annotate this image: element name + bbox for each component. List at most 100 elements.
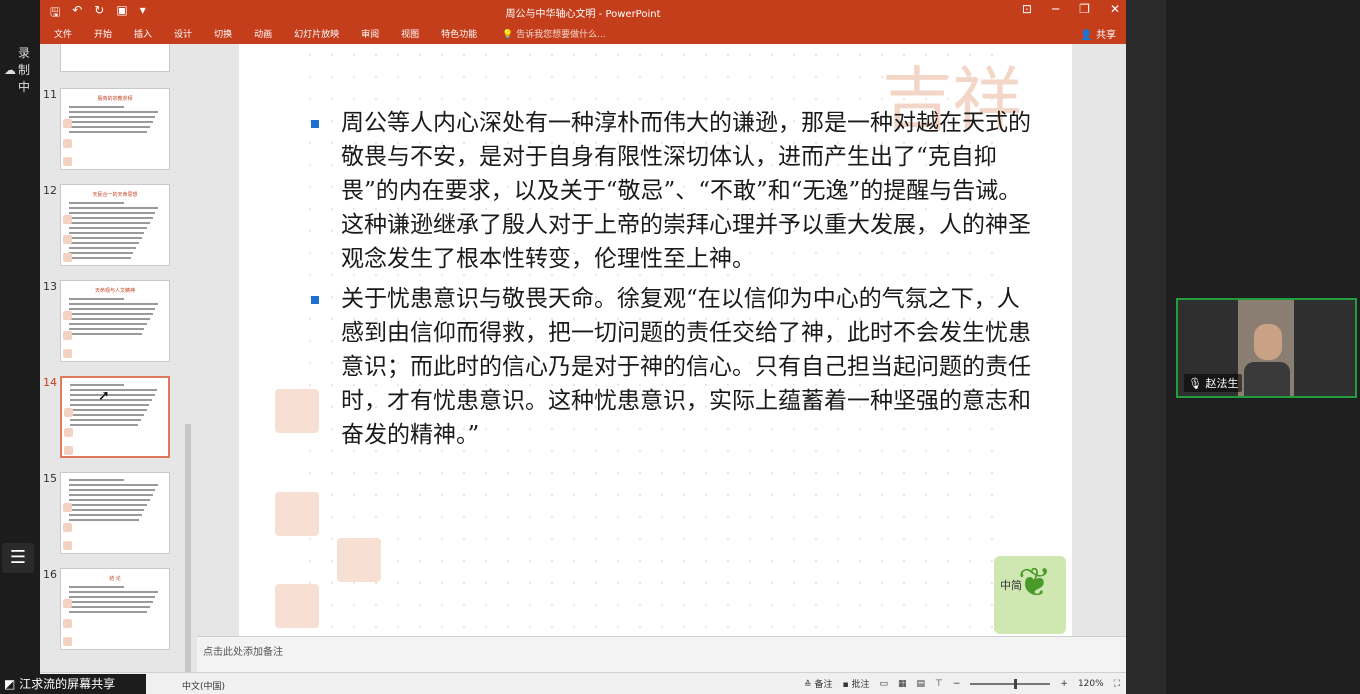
person-icon: 👤 (1080, 30, 1093, 41)
minimize-icon[interactable]: ─ (1052, 2, 1059, 16)
thumbnail-line (69, 499, 150, 501)
thumbnail-text-lines (69, 479, 161, 521)
share-button[interactable]: 👤 共享 (1080, 26, 1116, 41)
thumbnail-stamp (63, 619, 72, 628)
language-indicator[interactable]: 中文(中国) (182, 679, 225, 692)
thumbnail-stamp (63, 119, 72, 128)
ribbon-tab[interactable]: 切换 (214, 27, 232, 40)
thumbnail-line (69, 252, 134, 254)
reading-view-icon[interactable]: ▤ (917, 679, 926, 689)
slide-bullet: 周公等人内心深处有一种淳朴而伟大的谦逊，那是一种对越在天式的敬畏与不安，是对于自… (311, 106, 1031, 276)
slide-thumbnail-partial[interactable] (60, 44, 170, 72)
share-label: 共享 (1096, 30, 1116, 41)
thumbnail-line (70, 409, 147, 411)
fit-to-window-icon[interactable]: ⛶ (1114, 679, 1120, 689)
ribbon-tab[interactable]: 插入 (134, 27, 152, 40)
slide-thumbnail[interactable] (60, 472, 170, 554)
participant-video-feed (1238, 300, 1294, 396)
zoom-level[interactable]: 120% (1078, 679, 1104, 689)
thumbnail-line (69, 207, 159, 209)
comments-button-label: 批注 (851, 680, 870, 690)
status-bar: 中文(中国) ≙ 备注 ▪ 批注 ▭ ▦ ▤ ⊤ − + 120% ⛶ (40, 672, 1126, 694)
share-banner-label: 江求流的屏幕共享 (19, 677, 116, 691)
thumbnail-text-lines (69, 586, 161, 613)
ribbon-tab[interactable]: 特色功能 (441, 27, 477, 40)
notes-pane[interactable]: 点击此处添加备注 (197, 636, 1126, 672)
screen-share-banner[interactable]: ◩ 江求流的屏幕共享 (0, 674, 146, 694)
thumbnail-line (69, 479, 125, 481)
participant-video-tile[interactable]: 🎙 赵法生 (1176, 298, 1357, 398)
list-menu-icon[interactable]: ☰ (2, 543, 34, 573)
ribbon-options-icon[interactable]: ⊡ (1022, 2, 1032, 16)
slide-number: 14 (43, 376, 57, 389)
thumbnail-line (69, 318, 150, 320)
slide-number: 13 (43, 280, 57, 293)
zoom-in-icon[interactable]: + (1060, 679, 1068, 689)
slideshow-icon[interactable]: ⊤ (935, 679, 943, 689)
thumbnail-line (69, 237, 142, 239)
tell-me-search[interactable]: 💡 告诉我您想要做什么... (502, 27, 606, 40)
zoom-slider[interactable] (970, 678, 1051, 689)
ribbon-tab[interactable]: 设计 (174, 27, 192, 40)
slide-thumbnail[interactable]: 结 论 (60, 568, 170, 650)
slide-thumbnail[interactable]: 天命观与人文精神 (60, 280, 170, 362)
thumbnail-stamp (63, 541, 72, 550)
ribbon-tab[interactable]: 幻灯片放映 (294, 27, 339, 40)
ribbon-tab[interactable]: 动画 (254, 27, 272, 40)
title-bar: 🖫 ↶ ↻ ▣ ▾ 周公与中华轴心文明 - PowerPoint ⊡ ─ ❐ ✕ (40, 0, 1126, 22)
notes-button-label: 备注 (814, 680, 833, 690)
notes-button[interactable]: ≙ 备注 (804, 677, 832, 690)
close-icon[interactable]: ✕ (1110, 2, 1120, 16)
thumbnail-line (70, 384, 124, 386)
thumbnail-line (69, 591, 159, 593)
thumbnail-text-lines (69, 106, 161, 133)
slide-canvas[interactable]: 吉祥 周公等人内心深处有一种淳朴而伟大的谦逊，那是一种对越在天式的敬畏与不安，是… (239, 44, 1072, 636)
ribbon-tab[interactable]: 视图 (401, 27, 419, 40)
slide-thumbnail[interactable]: 殷商的宗教崇拜 (60, 88, 170, 170)
slide-sorter-icon[interactable]: ▦ (898, 679, 907, 689)
bullet-text: 周公等人内心深处有一种淳朴而伟大的谦逊，那是一种对越在天式的敬畏与不安，是对于自… (341, 110, 1031, 272)
zoom-out-icon[interactable]: − (953, 679, 961, 689)
participant-name-tag: 🎙 赵法生 (1184, 374, 1243, 392)
status-right-controls: ≙ 备注 ▪ 批注 ▭ ▦ ▤ ⊤ − + 120% ⛶ (804, 677, 1120, 690)
decorative-stamp (337, 538, 381, 582)
thumbnail-line (69, 606, 150, 608)
slide-thumbnail[interactable]: 天民合一的天命思想 (60, 184, 170, 266)
thumbnail-line (70, 404, 150, 406)
comment-icon: ▪ (842, 680, 849, 690)
thumbnail-stamp (63, 599, 72, 608)
thumbnail-line (69, 509, 145, 511)
thumbnail-line (70, 399, 152, 401)
thumbnail-line (69, 504, 148, 506)
thumbnail-stamp (63, 349, 72, 358)
thumbnail-line (70, 394, 155, 396)
slide-bullet: 关于忧患意识与敬畏天命。徐复观“在以信仰为中心的气氛之下，人感到由信仰而得救，把… (311, 282, 1031, 452)
tell-me-label: 告诉我您想要做什么... (516, 30, 606, 40)
thumbnail-stamp (64, 408, 73, 417)
comments-button[interactable]: ▪ 批注 (842, 677, 869, 690)
powerpoint-window: 🖫 ↶ ↻ ▣ ▾ 周公与中华轴心文明 - PowerPoint ⊡ ─ ❐ ✕… (40, 0, 1126, 694)
thumbnail-stamp (63, 503, 72, 512)
slide-thumbnail[interactable] (60, 376, 170, 458)
zoom-slider-thumb[interactable] (1014, 678, 1018, 689)
ribbon-tab[interactable]: 开始 (94, 27, 112, 40)
thumbnail-line (69, 514, 142, 516)
thumbnail-scrollbar[interactable] (183, 44, 193, 694)
thumbnail-line (69, 601, 153, 603)
thumbnail-line (69, 596, 156, 598)
restore-icon[interactable]: ❐ (1079, 2, 1090, 16)
ribbon-tab[interactable]: 文件 (54, 27, 72, 40)
normal-view-icon[interactable]: ▭ (879, 679, 888, 689)
ribbon-tabs: 文件 开始 插入 设计 切换 动画 幻灯片放映 审阅 视图 特色功能 (54, 27, 499, 40)
thumbnail-stamp (63, 139, 72, 148)
thumbnail-line (69, 126, 150, 128)
scrollbar-thumb[interactable] (185, 424, 191, 694)
thumbnail-line (69, 494, 153, 496)
thumbnail-line (69, 303, 159, 305)
recording-indicator: ☁ 录制中 (4, 44, 40, 95)
thumbnail-line (69, 131, 148, 133)
thumbnail-line (69, 106, 125, 108)
slide-number: 15 (43, 472, 57, 485)
thumbnail-text-lines (69, 202, 161, 259)
ribbon-tab[interactable]: 审阅 (361, 27, 379, 40)
